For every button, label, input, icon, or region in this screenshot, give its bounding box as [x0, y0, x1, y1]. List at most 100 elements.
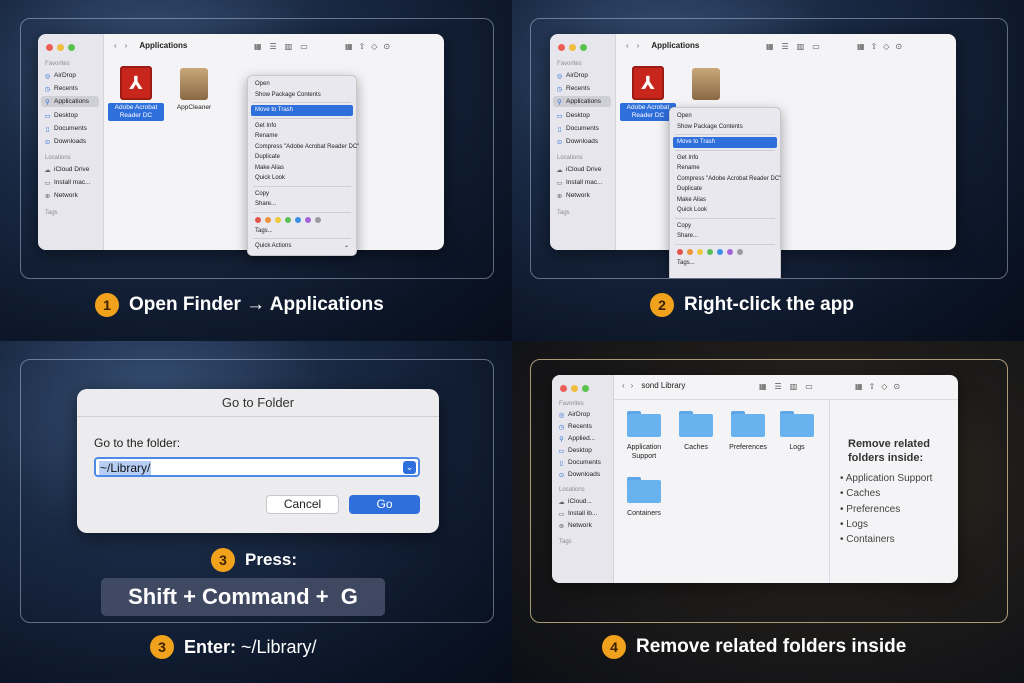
menu-get-info[interactable]: Get Info — [673, 153, 777, 164]
menu-copy[interactable]: Copy — [673, 221, 777, 232]
sidebar-item-network[interactable]: ⊕ Network — [553, 190, 593, 201]
sidebar-item-icloud[interactable]: ☁ iCloud... — [555, 496, 595, 507]
menu-copy[interactable]: Copy — [251, 189, 353, 200]
appcleaner-app-item[interactable]: AppCleaner — [170, 66, 218, 112]
view-mode-icons[interactable]: ▦☰▥▭ — [759, 382, 821, 391]
tag-red[interactable] — [677, 249, 683, 255]
menu-share[interactable]: Share... — [251, 199, 353, 210]
tag-color-dots[interactable] — [251, 215, 353, 226]
sidebar-item-recents[interactable]: ◷ Recents — [555, 421, 595, 432]
tag-gray[interactable] — [737, 249, 743, 255]
back-icon[interactable]: ‹ — [114, 41, 117, 50]
menu-make-alias[interactable]: Make Alias — [251, 163, 353, 174]
sidebar-item-airdrop[interactable]: ◎ AirDrop — [553, 70, 591, 81]
sidebar-item-downloads[interactable]: ⊙ Downloads — [41, 136, 89, 147]
minimize-button[interactable] — [57, 44, 64, 51]
folder-path-input[interactable]: ~/Library/ ⌄ — [94, 457, 420, 477]
menu-duplicate[interactable]: Duplicate — [673, 184, 777, 195]
back-icon[interactable]: ‹ — [622, 381, 625, 390]
sidebar-item-icloud[interactable]: ☁ iCloud Drive — [553, 164, 604, 175]
tag-purple[interactable] — [727, 249, 733, 255]
sidebar-item-icloud[interactable]: ☁ iCloud Drive — [41, 164, 92, 175]
menu-compress[interactable]: Compress "Adobe Acrobat Reader DC" — [251, 142, 359, 153]
sidebar-item-downloads[interactable]: ⊙ Downloads — [555, 469, 603, 480]
menu-share[interactable]: Share... — [673, 231, 777, 242]
close-button[interactable] — [558, 44, 565, 51]
menu-open[interactable]: Open — [673, 111, 777, 122]
menu-quick-look[interactable]: Quick Look — [673, 205, 777, 216]
menu-rename[interactable]: Rename — [673, 163, 777, 174]
folder-caches[interactable]: Caches — [674, 411, 718, 452]
menu-quick-actions[interactable]: Quick Actions ⌄ — [251, 241, 353, 252]
menu-tags[interactable]: Tags... — [251, 226, 353, 237]
sidebar-item-desktop[interactable]: ▭ Desktop — [41, 110, 81, 121]
folder-preferences[interactable]: Preferences — [722, 411, 774, 452]
menu-duplicate[interactable]: Duplicate — [251, 152, 353, 163]
sidebar-item-airdrop[interactable]: ◎ AirDrop — [555, 409, 593, 420]
sidebar-item-applications[interactable]: ⚲ Applications — [41, 96, 99, 107]
sidebar-item-airdrop[interactable]: ◎ AirDrop — [41, 70, 79, 81]
tag-yellow[interactable] — [275, 217, 281, 223]
toolbar-action-icons[interactable]: ▦⇧◇⊙ — [855, 382, 906, 391]
zoom-button[interactable] — [580, 44, 587, 51]
forward-icon[interactable]: › — [125, 41, 128, 50]
toolbar-action-icons[interactable]: ▦⇧◇⊙ — [857, 42, 908, 51]
sidebar-item-applications[interactable]: ⚲ Applied... — [555, 433, 598, 444]
sidebar-item-install[interactable]: ▭ Install mac... — [553, 177, 605, 188]
view-mode-icons[interactable]: ▦☰▥▭ — [766, 42, 828, 51]
close-button[interactable] — [46, 44, 53, 51]
tag-blue[interactable] — [717, 249, 723, 255]
sidebar-item-install[interactable]: ▭ Install ib... — [555, 508, 600, 519]
menu-move-to-trash[interactable]: Move to Trash — [673, 137, 777, 148]
tag-purple[interactable] — [305, 217, 311, 223]
sidebar-item-desktop[interactable]: ▭ Desktop — [555, 445, 595, 456]
tag-orange[interactable] — [687, 249, 693, 255]
appcleaner-app-item[interactable] — [682, 66, 730, 104]
close-button[interactable] — [560, 385, 567, 392]
tag-yellow[interactable] — [697, 249, 703, 255]
menu-get-info[interactable]: Get Info — [251, 121, 353, 132]
folder-logs[interactable]: Logs — [776, 411, 818, 452]
menu-show-package[interactable]: Show Package Contents — [251, 90, 353, 101]
minimize-button[interactable] — [571, 385, 578, 392]
acrobat-app-item[interactable]: ⅄ Adobe Acrobat Reader DC — [108, 66, 164, 121]
tag-blue[interactable] — [295, 217, 301, 223]
menu-show-package[interactable]: Show Package Contents — [673, 122, 777, 133]
cancel-button[interactable]: Cancel — [266, 495, 339, 514]
sidebar-item-install[interactable]: ▭ Install mac... — [41, 177, 93, 188]
tag-green[interactable] — [285, 217, 291, 223]
sidebar-item-network[interactable]: ⊕ Network — [555, 520, 595, 531]
chevron-down-icon[interactable]: ⌄ — [403, 461, 416, 474]
tag-red[interactable] — [255, 217, 261, 223]
sidebar-item-desktop[interactable]: ▭ Desktop — [553, 110, 593, 121]
menu-rename[interactable]: Rename — [251, 131, 353, 142]
view-mode-icons[interactable]: ▦☰▥▭ — [254, 42, 316, 51]
forward-icon[interactable]: › — [637, 41, 640, 50]
sidebar-item-documents[interactable]: ▯ Documents — [555, 457, 604, 468]
menu-open[interactable]: Open — [251, 79, 353, 90]
zoom-button[interactable] — [68, 44, 75, 51]
minimize-button[interactable] — [569, 44, 576, 51]
zoom-button[interactable] — [582, 385, 589, 392]
folder-application-support[interactable]: Application Support — [618, 411, 670, 461]
sidebar-item-recents[interactable]: ◷ Recents — [553, 83, 593, 94]
toolbar-action-icons[interactable]: ▦⇧◇⊙ — [345, 42, 396, 51]
tag-gray[interactable] — [315, 217, 321, 223]
menu-move-to-trash[interactable]: Move to Trash — [251, 105, 353, 116]
menu-compress[interactable]: Compress "Adobe Acrobat Reader DC" — [673, 174, 781, 185]
sidebar-item-documents[interactable]: ▯ Documents — [553, 123, 602, 134]
menu-quick-look[interactable]: Quick Look — [251, 173, 353, 184]
sidebar-item-applications[interactable]: ⚲ Applications — [553, 96, 611, 107]
sidebar-item-downloads[interactable]: ⊙ Downloads — [553, 136, 601, 147]
sidebar-item-documents[interactable]: ▯ Documents — [41, 123, 90, 134]
go-button[interactable]: Go — [349, 495, 420, 514]
acrobat-app-item[interactable]: ⅄ Adobe Acrobat Reader DC — [620, 66, 676, 121]
menu-make-alias[interactable]: Make Alias — [673, 195, 777, 206]
tag-orange[interactable] — [265, 217, 271, 223]
back-icon[interactable]: ‹ — [626, 41, 629, 50]
tag-green[interactable] — [707, 249, 713, 255]
forward-icon[interactable]: › — [631, 381, 634, 390]
tag-color-dots[interactable] — [673, 247, 777, 258]
sidebar-item-network[interactable]: ⊕ Network — [41, 190, 81, 201]
sidebar-item-recents[interactable]: ◷ Recents — [41, 83, 81, 94]
